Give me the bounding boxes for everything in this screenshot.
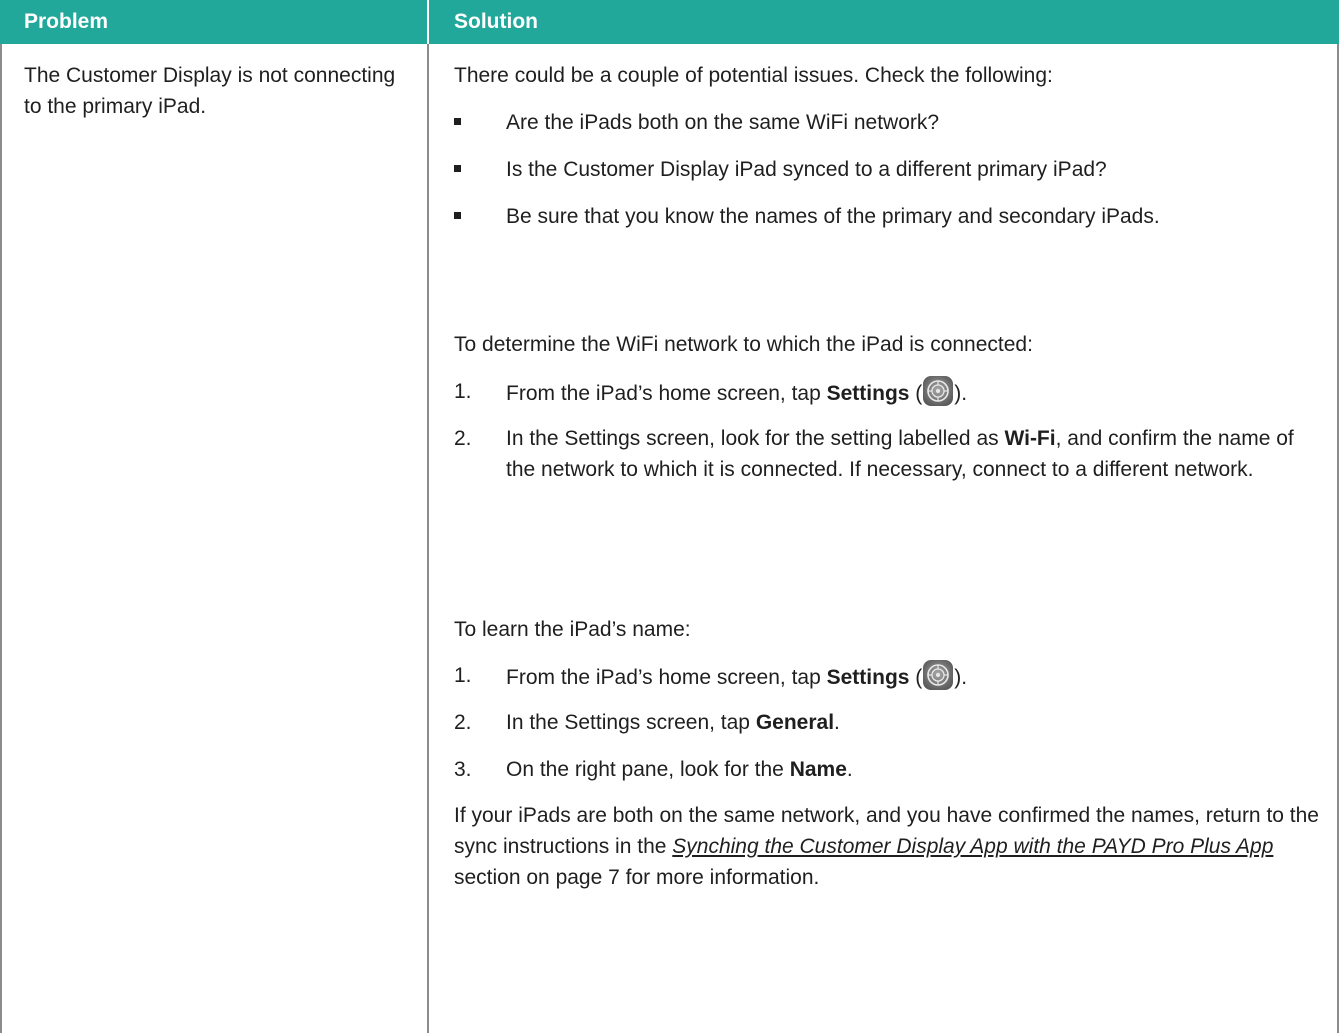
settings-gear-icon [923, 660, 954, 690]
step-number: 3. [454, 758, 472, 781]
bullet-text: Are the iPads both on the same WiFi netw… [506, 111, 940, 134]
bullet-text: Be sure that you know the names of the p… [506, 205, 1160, 228]
wifi-label: Wi-Fi [1004, 427, 1056, 450]
problem-text: The Customer Display is not connecting t… [24, 64, 396, 118]
step-text: On the right pane, look for the Name. [506, 758, 853, 781]
header-divider [427, 0, 429, 44]
step-number: 1. [454, 380, 472, 403]
bullet-marker [454, 118, 461, 125]
bullet-marker [454, 165, 461, 172]
step-text: From the iPad’s home screen, tap Setting… [506, 660, 1326, 693]
general-label: General [755, 711, 835, 734]
step-number: 2. [454, 711, 472, 734]
settings-label: Settings [826, 382, 910, 405]
name-label: Name [789, 758, 847, 781]
header-problem: Problem [24, 10, 109, 33]
step-text: In the Settings screen, look for the set… [506, 427, 1294, 481]
table-header: Problem Solution [0, 0, 1339, 44]
step-number: 1. [454, 664, 472, 687]
step-text: From the iPad’s home screen, tap Setting… [506, 376, 1326, 409]
solution-intro: There could be a couple of potential iss… [454, 64, 1053, 87]
step-number: 2. [454, 427, 472, 450]
settings-label: Settings [826, 666, 910, 689]
bullet-text: Is the Customer Display iPad synced to a… [506, 158, 1107, 181]
closing-paragraph: If your iPads are both on the same netwo… [454, 804, 1319, 889]
wifi-intro: To determine the WiFi network to which t… [454, 333, 1033, 356]
name-intro: To learn the iPad’s name: [454, 618, 691, 641]
column-divider [427, 44, 429, 1033]
synching-section-link[interactable]: Synching the Customer Display App with t… [672, 835, 1273, 858]
step-text: In the Settings screen, tap General. [506, 711, 840, 734]
bullet-marker [454, 212, 461, 219]
header-solution: Solution [454, 10, 538, 33]
settings-gear-icon [923, 376, 954, 406]
